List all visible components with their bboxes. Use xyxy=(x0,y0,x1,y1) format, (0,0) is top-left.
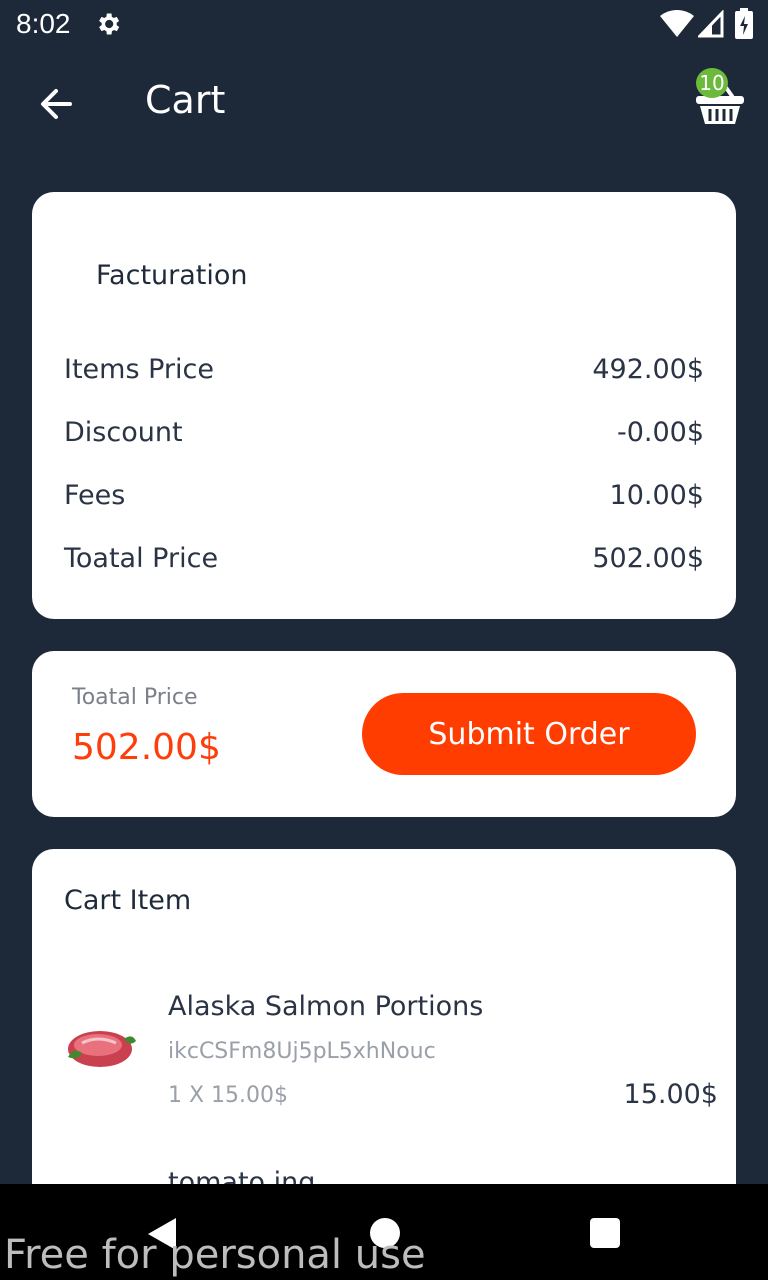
row-label: Items Price xyxy=(64,354,214,385)
discount-row: Discount -0.00$ xyxy=(64,417,704,457)
row-label: Toatal Price xyxy=(64,543,219,574)
row-value: 502.00$ xyxy=(592,543,704,574)
items-price-row: Items Price 492.00$ xyxy=(64,354,704,394)
total-price-value: 502.00$ xyxy=(72,727,221,768)
page-title: Cart xyxy=(145,78,226,122)
row-value: 492.00$ xyxy=(592,354,704,385)
signal-icon xyxy=(698,10,724,38)
row-label: Fees xyxy=(64,480,126,511)
app-bar: Cart 10 xyxy=(0,50,768,160)
row-label: Discount xyxy=(64,417,183,448)
cart-items-title: Cart Item xyxy=(64,885,192,916)
item-quantity: 1 X 15.00$ xyxy=(168,1083,289,1108)
item-price: 15.00$ xyxy=(623,1079,718,1110)
cart-count-badge: 10 xyxy=(696,68,728,98)
item-sku: ikcCSFm8Uj5pL5xhNouc xyxy=(168,1039,436,1064)
submit-order-button[interactable]: Submit Order xyxy=(362,693,696,775)
row-value: -0.00$ xyxy=(616,417,704,448)
watermark-text: Free for personal use xyxy=(4,1232,426,1278)
salmon-product-image xyxy=(68,1031,136,1067)
item-name: Alaska Salmon Portions xyxy=(168,991,484,1022)
nav-recents-icon[interactable] xyxy=(590,1218,620,1248)
facturation-card: Facturation Items Price 492.00$ Discount… xyxy=(32,192,736,619)
wifi-icon xyxy=(660,10,694,37)
settings-gear-icon xyxy=(99,13,120,35)
total-price-row: Toatal Price 502.00$ xyxy=(64,543,704,583)
order-summary-card: Toatal Price 502.00$ Submit Order xyxy=(32,651,736,817)
back-arrow-icon[interactable] xyxy=(36,84,76,124)
total-price-label: Toatal Price xyxy=(72,685,198,710)
row-value: 10.00$ xyxy=(609,480,704,511)
status-bar: 8:02 xyxy=(0,0,768,50)
status-time: 8:02 xyxy=(16,8,71,39)
list-item[interactable]: Alaska Salmon Portions ikcCSFm8Uj5pL5xhN… xyxy=(32,991,736,1131)
facturation-title: Facturation xyxy=(96,260,248,291)
fees-row: Fees 10.00$ xyxy=(64,480,704,520)
battery-icon xyxy=(735,8,753,39)
